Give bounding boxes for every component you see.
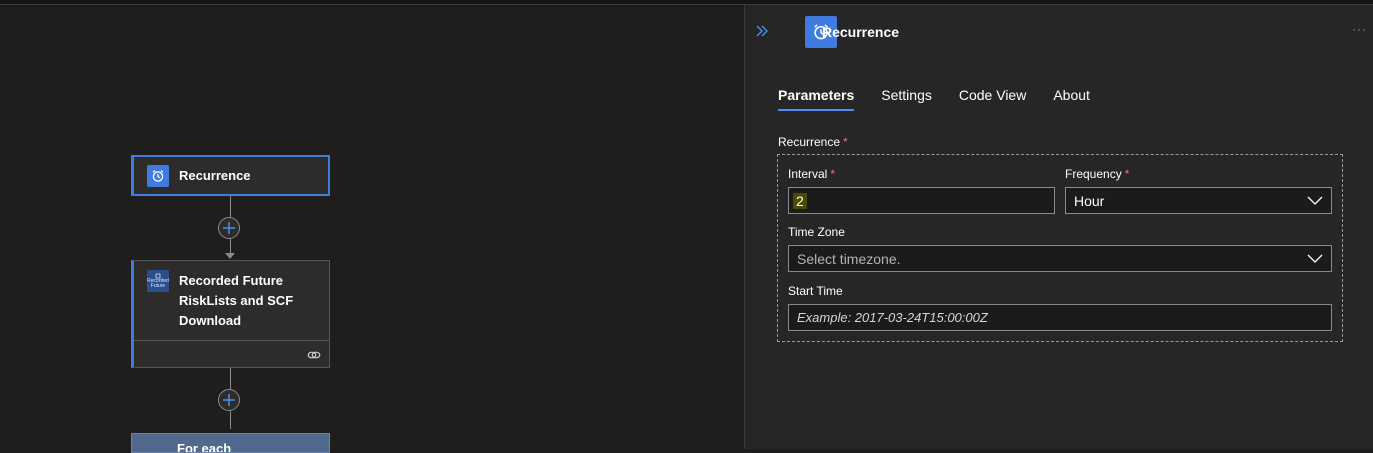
connector-line (230, 411, 231, 429)
interval-input[interactable]: 2 (788, 187, 1055, 214)
title-line: RiskLists and SCF (179, 293, 294, 308)
time-zone-label: Time Zone (788, 225, 845, 239)
title-line: Recorded Future (179, 273, 284, 288)
recurrence-group-label: Recurrence * (778, 135, 848, 149)
start-time-label: Start Time (788, 284, 843, 298)
node-footer (134, 340, 329, 367)
tab-settings[interactable]: Settings (881, 87, 932, 111)
recurrence-node[interactable]: Recurrence (131, 155, 330, 196)
properties-panel: Recurrence ··· Parameters Settings Code … (744, 5, 1373, 449)
collapse-panel-icon[interactable] (754, 23, 770, 39)
time-zone-select[interactable]: Select timezone. (788, 245, 1332, 272)
start-time-placeholder: Example: 2017-03-24T15:00:00Z (797, 310, 988, 325)
add-step-button[interactable] (218, 389, 240, 411)
required-mark: * (843, 135, 848, 149)
label-text: Frequency (1065, 167, 1122, 181)
more-options-icon[interactable]: ··· (1352, 22, 1367, 36)
recorded-future-logo-icon: Recorded Future (147, 270, 169, 292)
designer-canvas[interactable]: Recurrence Recorded Future Recorded Futu… (0, 5, 744, 453)
add-step-button[interactable] (218, 217, 240, 239)
panel-tabs: Parameters Settings Code View About (778, 87, 1117, 111)
logo-text: Future (150, 283, 166, 289)
connector-line (230, 196, 231, 219)
chevron-down-icon (1307, 196, 1323, 205)
interval-label: Interval * (788, 167, 835, 181)
required-mark: * (830, 167, 836, 181)
chevron-down-icon (1307, 254, 1323, 263)
recurrence-node-title: Recurrence (179, 168, 251, 183)
frequency-value: Hour (1074, 192, 1105, 209)
frequency-label: Frequency * (1065, 167, 1129, 181)
panel-title[interactable]: Recurrence (822, 24, 899, 40)
arrow-down-icon (225, 253, 235, 259)
tab-code-view[interactable]: Code View (959, 87, 1026, 111)
interval-value: 2 (793, 192, 807, 209)
for-each-node-title: For each (177, 441, 232, 453)
link-icon[interactable] (307, 347, 321, 365)
tab-parameters[interactable]: Parameters (778, 87, 855, 111)
label-text: Recurrence (778, 135, 841, 149)
frequency-select[interactable]: Hour (1065, 187, 1332, 214)
recorded-future-node-title: Recorded Future RiskLists and SCF Downlo… (179, 271, 293, 331)
label-text: Interval (788, 167, 828, 181)
recorded-future-node[interactable]: Recorded Future Recorded Future RiskList… (131, 260, 330, 368)
recurrence-group: Interval * 2 Frequency * Hour Time Zone Se… (777, 154, 1343, 342)
title-line: Download (179, 313, 242, 328)
for-each-node[interactable]: For each (131, 433, 330, 453)
connector-line (230, 368, 231, 391)
tab-about[interactable]: About (1053, 87, 1090, 111)
time-zone-placeholder: Select timezone. (797, 250, 901, 267)
start-time-input[interactable]: Example: 2017-03-24T15:00:00Z (788, 304, 1332, 331)
alarm-clock-icon (147, 165, 169, 187)
required-mark: * (1124, 167, 1130, 181)
